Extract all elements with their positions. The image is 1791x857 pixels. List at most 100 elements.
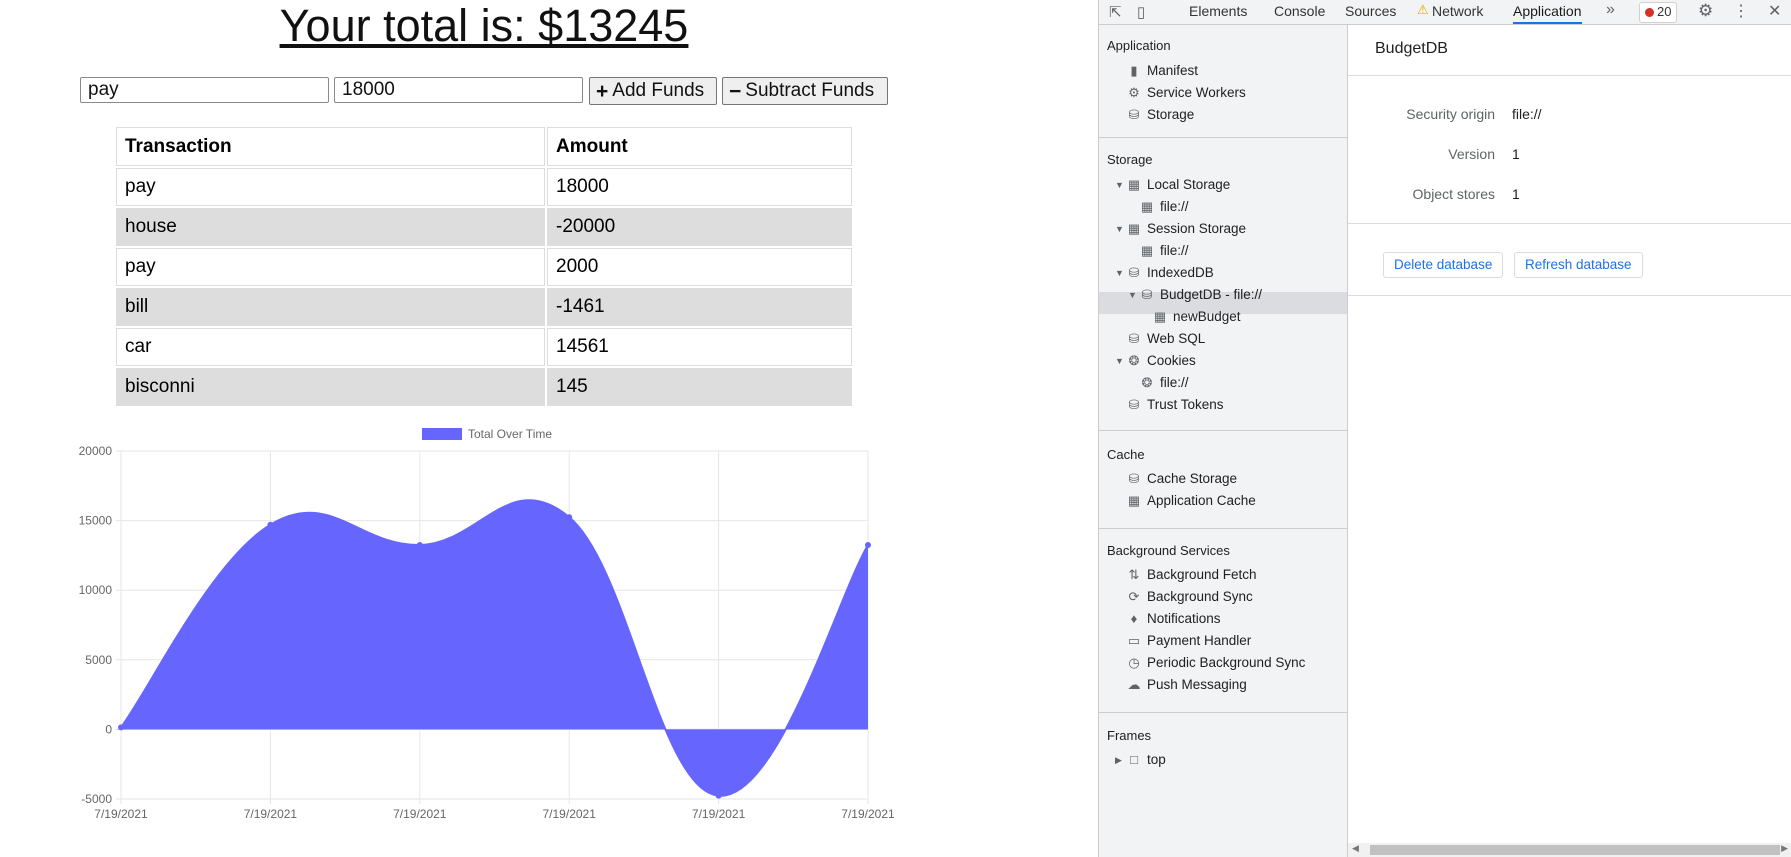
expanded-arrow-icon[interactable]: ▼ bbox=[1128, 284, 1137, 306]
data-point bbox=[267, 521, 274, 528]
sidebar-item-payment-handler[interactable]: ▭ Payment Handler bbox=[1126, 630, 1251, 652]
expanded-arrow-icon[interactable]: ▼ bbox=[1115, 218, 1124, 240]
bell-icon: ♦ bbox=[1130, 611, 1138, 626]
devtools-toolbar: ⇱ ▯ Elements Console Sources ⚠ Network A… bbox=[1099, 0, 1791, 25]
table-row: pay 18000 bbox=[116, 168, 852, 206]
database-icon: ⛁ bbox=[1128, 331, 1140, 346]
y-tick-label: 5000 bbox=[85, 653, 112, 667]
error-count-badge[interactable]: 20 bbox=[1639, 2, 1678, 23]
sidebar-item-label: Session Storage bbox=[1147, 221, 1247, 236]
credit-card-icon: ▭ bbox=[1127, 633, 1141, 648]
database-icon: ⛁ bbox=[1128, 265, 1140, 280]
sidebar-item-label: Web SQL bbox=[1147, 331, 1206, 346]
sidebar-item-push-messaging[interactable]: ☁ Push Messaging bbox=[1126, 674, 1247, 696]
budget-page: Your total is: $13245 +Add Funds −Subtra… bbox=[0, 0, 1098, 857]
sidebar-item-budgetdb[interactable]: ▼ ⛁ BudgetDB - file:// bbox=[1128, 284, 1262, 306]
transaction-name: house bbox=[116, 208, 545, 246]
sidebar-item-session-storage-file[interactable]: ▦ file:// bbox=[1139, 240, 1189, 262]
sidebar-item-cookies[interactable]: ▼ ❂ Cookies bbox=[1115, 350, 1196, 372]
collapsed-arrow-icon[interactable]: ▶ bbox=[1115, 749, 1122, 771]
grid-icon: ▦ bbox=[1153, 309, 1167, 324]
sidebar-item-session-storage[interactable]: ▼ ▦ Session Storage bbox=[1115, 218, 1247, 240]
expanded-arrow-icon[interactable]: ▼ bbox=[1115, 350, 1124, 372]
sidebar-item-label: Application Cache bbox=[1147, 493, 1256, 508]
sidebar-item-label: file:// bbox=[1160, 199, 1189, 214]
sidebar-item-local-storage[interactable]: ▼ ▦ Local Storage bbox=[1115, 174, 1230, 196]
tab-application[interactable]: Application bbox=[1513, 0, 1582, 24]
grid-icon: ▦ bbox=[1127, 177, 1141, 192]
transaction-name: pay bbox=[116, 248, 545, 286]
sidebar-item-service-workers[interactable]: ⚙ Service Workers bbox=[1126, 82, 1246, 104]
sidebar-item-label: Storage bbox=[1147, 107, 1195, 122]
tab-elements[interactable]: Elements bbox=[1189, 0, 1247, 24]
grid-icon: ▦ bbox=[1127, 221, 1141, 236]
transaction-name-input[interactable] bbox=[80, 77, 329, 103]
x-tick-label: 7/19/2021 bbox=[94, 807, 148, 821]
total-over-time-chart: 20000150001000050000-50007/19/2021 7/19/2… bbox=[79, 427, 895, 821]
sidebar-item-label: Manifest bbox=[1147, 63, 1199, 78]
sidebar-item-frame-top[interactable]: ▶ □ top bbox=[1115, 749, 1166, 771]
expanded-arrow-icon[interactable]: ▼ bbox=[1115, 262, 1124, 284]
legend-swatch bbox=[422, 428, 462, 440]
transaction-amount: -20000 bbox=[547, 208, 852, 246]
refresh-database-button[interactable]: Refresh database bbox=[1514, 252, 1643, 278]
application-sidebar: Application ▮ Manifest ⚙ Service Workers ⛁… bbox=[1099, 25, 1348, 857]
sidebar-item-notifications[interactable]: ♦ Notifications bbox=[1126, 608, 1221, 630]
expanded-arrow-icon[interactable]: ▼ bbox=[1115, 174, 1124, 196]
sidebar-item-manifest[interactable]: ▮ Manifest bbox=[1126, 60, 1198, 82]
sidebar-item-cookies-file[interactable]: ❂ file:// bbox=[1139, 372, 1189, 394]
add-funds-button[interactable]: + Add Funds bbox=[589, 77, 717, 105]
gear-icon[interactable]: ⚙ bbox=[1698, 1, 1713, 21]
device-toolbar-icon[interactable]: ▯ bbox=[1137, 3, 1145, 21]
sidebar-item-indexeddb[interactable]: ▼ ⛁ IndexedDB bbox=[1115, 262, 1214, 284]
database-details-pane: BudgetDB Security origin file:// Version… bbox=[1348, 25, 1791, 857]
close-icon[interactable]: ✕ bbox=[1768, 1, 1781, 21]
more-tabs-icon[interactable]: » bbox=[1606, 1, 1615, 19]
delete-database-button[interactable]: Delete database bbox=[1383, 252, 1504, 278]
sidebar-item-label: Background Sync bbox=[1147, 589, 1253, 604]
sidebar-item-local-storage-file[interactable]: ▦ file:// bbox=[1139, 196, 1189, 218]
divider bbox=[1099, 712, 1347, 713]
section-background-services: Background Services bbox=[1107, 543, 1230, 558]
x-tick-label: 7/19/2021 bbox=[692, 807, 746, 821]
divider bbox=[1348, 223, 1791, 224]
sidebar-item-storage[interactable]: ⛁ Storage bbox=[1126, 104, 1195, 126]
sidebar-item-background-fetch[interactable]: ⇅ Background Fetch bbox=[1126, 564, 1257, 586]
sidebar-item-web-sql[interactable]: ⛁ Web SQL bbox=[1126, 328, 1206, 350]
cookie-icon: ❂ bbox=[1128, 353, 1140, 368]
sidebar-item-label: Push Messaging bbox=[1147, 677, 1247, 692]
total-value: 13245 bbox=[563, 0, 689, 51]
sidebar-item-newbudget[interactable]: ▦ newBudget bbox=[1152, 306, 1241, 328]
subtract-funds-button[interactable]: − Subtract Funds bbox=[722, 77, 888, 105]
sidebar-item-trust-tokens[interactable]: ⛁ Trust Tokens bbox=[1126, 394, 1224, 416]
tab-network[interactable]: Network bbox=[1432, 0, 1483, 24]
sidebar-item-label: Notifications bbox=[1147, 611, 1221, 626]
sidebar-item-periodic-background-sync[interactable]: ◷ Periodic Background Sync bbox=[1126, 652, 1305, 674]
sidebar-item-label: newBudget bbox=[1173, 309, 1241, 324]
gear-icon: ⚙ bbox=[1128, 85, 1140, 100]
cookie-icon: ❂ bbox=[1141, 375, 1153, 390]
scroll-right-icon[interactable]: ▶ bbox=[1781, 843, 1788, 854]
horizontal-scrollbar[interactable]: ◀ ▶ bbox=[1348, 843, 1791, 857]
divider bbox=[1099, 528, 1347, 529]
data-point bbox=[118, 724, 124, 731]
kebab-menu-icon[interactable]: ⋮ bbox=[1733, 1, 1749, 21]
total-heading: Your total is: $13245 bbox=[0, 0, 968, 52]
table-row: house -20000 bbox=[116, 208, 852, 246]
x-tick-label: 7/19/2021 bbox=[543, 807, 597, 821]
transaction-amount-input[interactable] bbox=[334, 77, 583, 103]
security-origin-value: file:// bbox=[1512, 106, 1542, 122]
sidebar-item-application-cache[interactable]: ▦ Application Cache bbox=[1126, 490, 1256, 512]
object-stores-label: Object stores bbox=[1412, 186, 1495, 202]
scrollbar-thumb[interactable] bbox=[1370, 845, 1780, 855]
scroll-left-icon[interactable]: ◀ bbox=[1352, 843, 1359, 854]
table-row: car 14561 bbox=[116, 328, 852, 366]
sidebar-item-cache-storage[interactable]: ⛁ Cache Storage bbox=[1126, 468, 1238, 490]
error-count: 20 bbox=[1657, 4, 1672, 19]
sidebar-item-background-sync[interactable]: ⟳ Background Sync bbox=[1126, 586, 1253, 608]
inspect-element-icon[interactable]: ⇱ bbox=[1109, 3, 1122, 21]
database-icon: ⛁ bbox=[1128, 397, 1140, 412]
document-icon: ▮ bbox=[1130, 63, 1138, 78]
tab-console[interactable]: Console bbox=[1274, 0, 1325, 24]
tab-sources[interactable]: Sources bbox=[1345, 0, 1396, 24]
